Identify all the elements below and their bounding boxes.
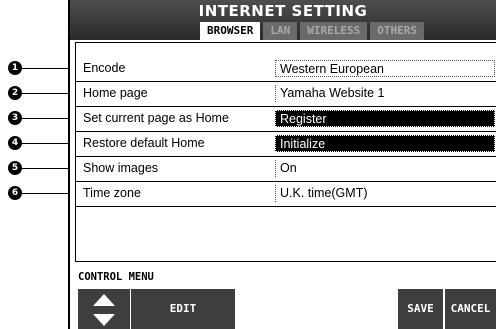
setting-row-show-images[interactable]: Show images On	[76, 157, 496, 182]
down-button[interactable]	[78, 310, 130, 329]
setting-row-time-zone[interactable]: Time zone U.K. time(GMT)	[76, 182, 496, 207]
tab-wireless[interactable]: WIRELESS	[300, 22, 368, 40]
setting-value[interactable]: On	[275, 160, 495, 177]
setting-value[interactable]: Western European	[275, 60, 495, 77]
callout-5: 5	[8, 161, 22, 175]
cancel-button[interactable]: CANCEL	[445, 289, 496, 329]
initialize-button[interactable]: Initialize	[275, 135, 495, 152]
settings-list: Encode Western European Home page Yamaha…	[75, 42, 496, 262]
setting-value[interactable]: Yamaha Website 1	[275, 85, 495, 102]
tab-bar: BROWSER LAN WIRELESS OTHERS	[200, 22, 427, 40]
callout-3: 3	[8, 111, 22, 125]
setting-label: Encode	[83, 61, 126, 75]
register-button[interactable]: Register	[275, 110, 495, 127]
setting-label: Restore default Home	[83, 136, 205, 150]
setting-label: Show images	[83, 161, 159, 175]
callout-6: 6	[8, 186, 22, 200]
setting-row-encode[interactable]: Encode Western European	[76, 57, 496, 82]
callout-1: 1	[8, 61, 22, 75]
tab-browser[interactable]: BROWSER	[200, 22, 261, 40]
internet-setting-screen: INTERNET SETTING BROWSER LAN WIRELESS OT…	[70, 0, 496, 329]
triangle-down-icon	[93, 313, 115, 326]
up-button[interactable]	[78, 290, 130, 309]
setting-label: Home page	[83, 86, 148, 100]
control-menu-label: CONTROL MENU	[78, 271, 154, 283]
callout-2: 2	[8, 86, 22, 100]
setting-row-set-home[interactable]: Set current page as Home Register	[76, 107, 496, 132]
tab-lan[interactable]: LAN	[263, 22, 298, 40]
setting-label: Set current page as Home	[83, 111, 229, 125]
callout-4: 4	[8, 136, 22, 150]
title-bar: INTERNET SETTING BROWSER LAN WIRELESS OT…	[70, 0, 496, 40]
save-button[interactable]: SAVE	[398, 289, 443, 329]
up-down-buttons	[78, 289, 130, 329]
window-title: INTERNET SETTING	[198, 2, 368, 20]
edit-button[interactable]: EDIT	[131, 289, 235, 329]
setting-value[interactable]: U.K. time(GMT)	[275, 185, 495, 202]
setting-label: Time zone	[83, 186, 141, 200]
tab-others[interactable]: OTHERS	[370, 22, 424, 40]
setting-row-restore-home[interactable]: Restore default Home Initialize	[76, 132, 496, 157]
triangle-up-icon	[93, 293, 115, 306]
setting-row-home-page[interactable]: Home page Yamaha Website 1	[76, 82, 496, 107]
